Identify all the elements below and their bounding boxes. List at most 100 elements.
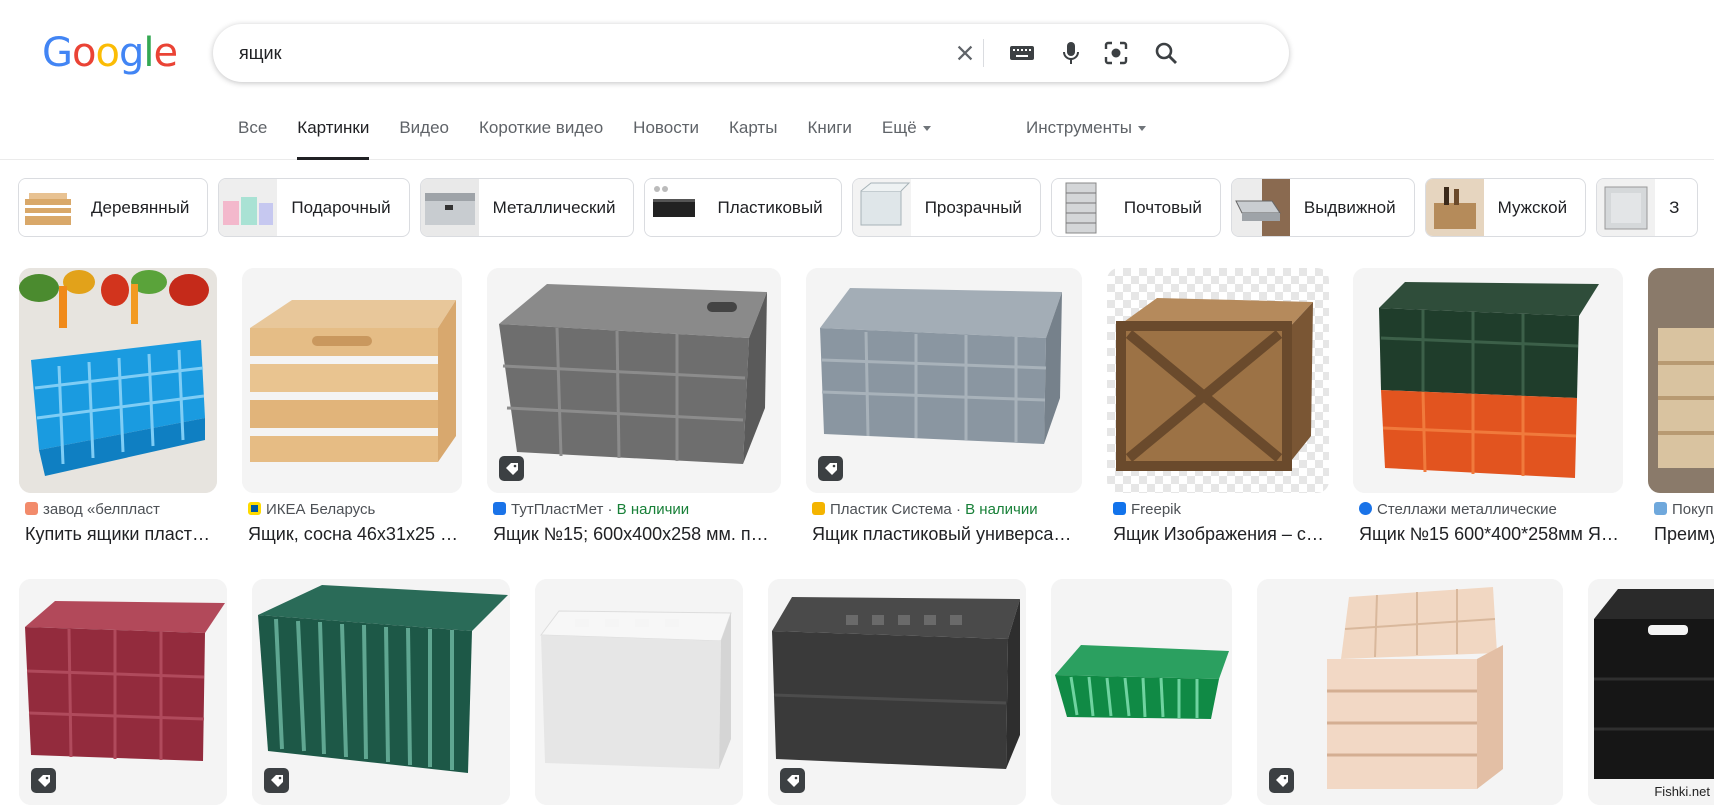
logo-letter: g [118,30,144,76]
result-image [1588,579,1714,805]
favicon-icon [25,502,38,515]
favicon-icon [812,502,825,515]
chip-label: Выдвижной [1303,197,1396,217]
chip-label: Мужской [1497,197,1568,217]
tab-images[interactable]: Картинки [297,118,370,160]
search-icon[interactable] [1151,38,1181,68]
result-image [806,268,1082,493]
chip-plastic[interactable]: Пластиковый [644,178,842,237]
result-image [1648,268,1714,493]
result-source[interactable]: завод «белпласт [25,501,217,518]
product-tag-icon [818,456,843,481]
logo-letter: o [72,30,97,76]
refinement-chips: Деревянный Подарочный Металлический Плас… [18,178,1708,238]
chip-label: Подарочный [291,197,391,217]
product-tag-icon [1269,768,1294,793]
chip-thumbnail [420,179,479,236]
tab-maps[interactable]: Карты [729,118,777,160]
tools-button[interactable]: Инструменты [1026,118,1147,138]
chip-thumbnail [1425,179,1484,236]
search-divider [983,39,984,67]
chip-partial[interactable]: З [1596,178,1699,237]
result-title[interactable]: Купить ящики пласт… [25,524,217,545]
watermark: Fishki.net [1654,784,1710,799]
result-image [19,268,217,493]
chip-drawer[interactable]: Выдвижной [1230,178,1415,237]
logo-letter: o [95,30,120,76]
result-source[interactable]: Пластик Система · В наличии [812,501,1082,518]
chip-thumbnail [219,179,278,236]
mic-icon[interactable] [1056,38,1086,68]
chip-thumbnail [852,179,911,236]
result-title[interactable]: Ящик пластиковый универса… [812,524,1082,545]
keyboard-icon[interactable] [1007,38,1037,68]
caret-down-icon [1138,126,1147,132]
product-tag-icon [264,768,289,793]
chip-label: Прозрачный [924,197,1022,217]
search-tabs: Все Картинки Видео Короткие видео Новост… [238,118,961,160]
result-image [1353,268,1623,493]
result-source[interactable]: ИКЕА Беларусь [248,501,462,518]
tab-books[interactable]: Книги [807,118,851,160]
tab-news[interactable]: Новости [633,118,699,160]
favicon-icon [1654,502,1667,515]
product-tag-icon [31,768,56,793]
result-image [768,579,1026,805]
chip-wooden[interactable]: Деревянный [18,178,209,237]
logo-letter: l [143,30,154,76]
chip-metal[interactable]: Металлический [419,178,635,237]
chip-label: Пластиковый [717,197,823,217]
result-source[interactable]: Покуп [1654,501,1714,518]
chip-thumbnail [1231,179,1290,236]
result-title[interactable]: Ящик, сосна 46x31x25 … [248,524,462,545]
result-source[interactable]: ТутПластМет · В наличии [493,501,781,518]
chip-label: Деревянный [91,197,190,217]
image-result[interactable]: Покуп Преиму [1648,268,1714,548]
result-title[interactable]: Ящик №15; 600х400х258 мм. п… [493,524,781,545]
result-image [535,579,743,805]
lens-icon[interactable] [1101,38,1131,68]
result-image [487,268,781,493]
search-box [213,24,1289,82]
result-image [1257,579,1563,805]
chip-mailbox[interactable]: Почтовый [1050,178,1221,237]
result-title[interactable]: Ящик №15 600*400*258мм Я… [1359,524,1623,545]
chip-label: З [1669,197,1680,217]
result-image [1051,579,1232,805]
favicon-icon [493,502,506,515]
caret-down-icon [922,126,931,132]
product-tag-icon [499,456,524,481]
tab-more[interactable]: Ещё [882,118,931,160]
tab-video[interactable]: Видео [399,118,449,160]
chip-thumbnail [1597,179,1656,236]
chip-label: Металлический [492,197,616,217]
result-source[interactable]: Freepik [1113,501,1329,518]
result-source[interactable]: Стеллажи металлические [1359,501,1623,518]
result-title[interactable]: Преиму [1654,524,1714,545]
chip-thumbnail [19,179,77,236]
favicon-icon [1359,502,1372,515]
favicon-icon [248,502,261,515]
result-image [252,579,510,805]
result-title[interactable]: Ящик Изображения – с… [1113,524,1329,545]
tab-all[interactable]: Все [238,118,267,160]
header: Google Все Картинки Видео Короткие видео… [0,0,1714,160]
chip-transparent[interactable]: Прозрачный [851,178,1041,237]
product-tag-icon [780,768,805,793]
google-logo[interactable]: Google [42,30,178,76]
logo-letter: e [153,30,178,76]
result-image [19,579,227,805]
chip-thumbnail [645,179,704,236]
chip-gift[interactable]: Подарочный [218,178,410,237]
chip-label: Почтовый [1123,197,1202,217]
result-image [1107,268,1329,493]
image-result[interactable] [1588,579,1714,805]
favicon-icon [1113,502,1126,515]
result-image [242,268,462,493]
close-icon[interactable] [950,38,980,68]
chip-mens[interactable]: Мужской [1424,178,1587,237]
search-input[interactable] [239,38,999,68]
tab-short-video[interactable]: Короткие видео [479,118,603,160]
chip-thumbnail [1051,179,1110,236]
logo-letter: G [42,30,73,76]
